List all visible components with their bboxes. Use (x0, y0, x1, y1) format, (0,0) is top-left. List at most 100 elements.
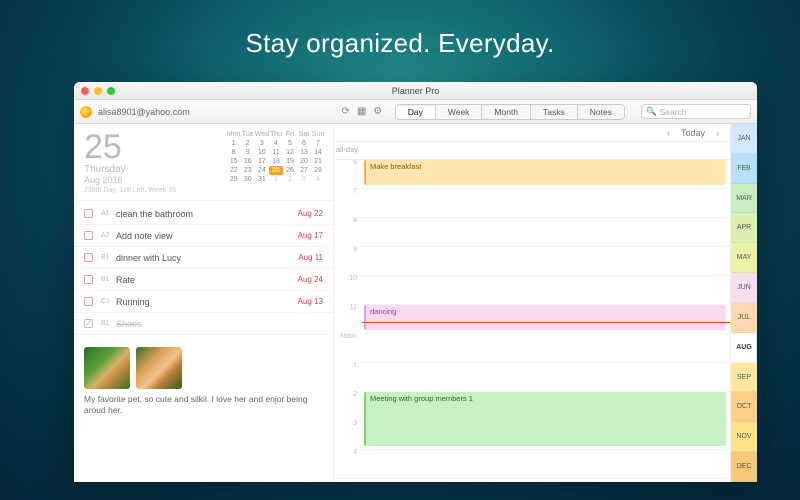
mini-calendar[interactable]: MonTueWedThuFriSatSun1234567891011121314… (227, 130, 325, 196)
tab-month[interactable]: Month (482, 105, 531, 119)
app-window: Planner Pro alisa8901@yahoo.com ⟳ ▦ ⚙ Da… (74, 82, 757, 482)
sync-icon[interactable]: ⟳ (341, 107, 351, 117)
month-tab-apr[interactable]: APR (731, 213, 757, 243)
calendar-event[interactable]: Meeting with group members 1 (364, 392, 726, 446)
date-number: 25 (84, 130, 176, 164)
task-priority: B1 (101, 254, 111, 261)
thumbnail-image[interactable] (84, 347, 130, 389)
window-title: Planner Pro (74, 86, 757, 96)
titlebar: Planner Pro (74, 82, 757, 100)
month-tab-jul[interactable]: JUL (731, 303, 757, 333)
next-day-button[interactable]: › (713, 128, 722, 138)
avatar[interactable] (80, 106, 92, 118)
hour-label: 4 (334, 449, 360, 456)
task-name: Shoes (116, 319, 323, 329)
task-checkbox[interactable] (84, 231, 93, 240)
timeline-nav: ‹ Today › (334, 124, 730, 142)
note-panel: My favorite pet, so cute and silkil. I l… (74, 341, 333, 417)
task-priority: B1 (101, 276, 111, 283)
task-row[interactable]: B1dinner with LucyAug 11 (74, 247, 333, 269)
tab-week[interactable]: Week (436, 105, 483, 119)
task-priority: A2 (101, 232, 111, 239)
view-tabs: DayWeekMonthTasksNotes (395, 104, 625, 120)
calendar-event[interactable]: dancing (364, 305, 726, 330)
hour-label: 9 (334, 246, 360, 253)
task-priority: A1 (101, 210, 111, 217)
task-checkbox[interactable] (84, 209, 93, 218)
search-input[interactable]: 🔍 Search (641, 104, 751, 119)
content-area: 25 Thursday Aug 2016 238th Day, 128 Left… (74, 124, 757, 482)
day-info: 238th Day, 128 Left, Week 35 (84, 187, 176, 194)
month-tab-nov[interactable]: NOV (731, 422, 757, 452)
search-icon: 🔍 (646, 106, 657, 117)
task-date: Aug 22 (298, 209, 323, 218)
month-tab-feb[interactable]: FEB (731, 154, 757, 184)
task-checkbox[interactable] (84, 297, 93, 306)
settings-icon[interactable]: ⚙ (373, 107, 383, 117)
hour-label: 11 (334, 304, 360, 311)
task-checkbox[interactable] (84, 275, 93, 284)
task-name: Rate (116, 275, 298, 285)
toolbar: alisa8901@yahoo.com ⟳ ▦ ⚙ DayWeekMonthTa… (74, 100, 757, 124)
task-priority: C1 (101, 298, 111, 305)
calendar-event[interactable]: Make breakfast (364, 160, 726, 185)
month-tab-sep[interactable]: SEP (731, 363, 757, 393)
task-name: Add note view (116, 231, 298, 241)
month-tabs: JANFEBMARAPRMAYJUNJULAUGSEPOCTNOVDEC (731, 124, 757, 482)
month-year: Aug 2016 (84, 175, 176, 185)
task-name: dinner with Lucy (116, 253, 298, 263)
date-header: 25 Thursday Aug 2016 238th Day, 128 Left… (74, 124, 333, 201)
timeline-grid[interactable]: 6 7 8 9 10 11 Noon 1 2 3 4 Make breakfast dancing Me… (334, 160, 730, 482)
task-date: Aug 17 (298, 231, 323, 240)
tab-day[interactable]: Day (396, 105, 436, 119)
note-thumbnails (84, 347, 323, 389)
hour-label: Noon (334, 333, 360, 340)
task-checkbox[interactable] (84, 253, 93, 262)
month-tab-oct[interactable]: OCT (731, 392, 757, 422)
sidebar: 25 Thursday Aug 2016 238th Day, 128 Left… (74, 124, 334, 482)
task-row[interactable]: A1 clean the bathroomAug 22 (74, 203, 333, 225)
task-row[interactable]: B1 Shoes (74, 313, 333, 335)
all-day-label: all-day (334, 142, 362, 159)
task-name: Running (116, 297, 298, 307)
task-checkbox[interactable] (84, 319, 93, 328)
note-text: My favorite pet, so cute and silkil. I l… (84, 394, 323, 417)
zoom-icon[interactable] (107, 87, 115, 95)
close-icon[interactable] (81, 87, 89, 95)
task-row[interactable]: A2 Add note viewAug 17 (74, 225, 333, 247)
thumbnail-image[interactable] (136, 347, 182, 389)
hour-label: 10 (334, 275, 360, 282)
marketing-tagline: Stay organized. Everyday. (0, 0, 800, 59)
prev-day-button[interactable]: ‹ (664, 128, 673, 138)
hour-label: 2 (334, 391, 360, 398)
task-date: Aug 13 (298, 297, 323, 306)
grid-icon[interactable]: ▦ (357, 107, 367, 117)
today-button[interactable]: Today (681, 128, 705, 138)
month-tab-mar[interactable]: MAR (731, 184, 757, 214)
task-priority: B1 (101, 320, 111, 327)
hour-label: 7 (334, 188, 360, 195)
task-name: clean the bathroom (116, 209, 298, 219)
tab-notes[interactable]: Notes (578, 105, 624, 119)
all-day-row: all-day (334, 142, 730, 160)
hour-label: 6 (334, 160, 360, 166)
task-row[interactable]: B1 RateAug 24 (74, 269, 333, 291)
month-tab-may[interactable]: MAY (731, 243, 757, 273)
task-row[interactable]: C1 RunningAug 13 (74, 291, 333, 313)
minimize-icon[interactable] (94, 87, 102, 95)
current-time-line (362, 322, 730, 323)
account-email: alisa8901@yahoo.com (98, 107, 190, 117)
month-tab-jan[interactable]: JAN (731, 124, 757, 154)
day-of-week: Thursday (84, 164, 176, 175)
window-controls (74, 87, 115, 95)
hour-label: 1 (334, 362, 360, 369)
task-date: Aug 24 (298, 275, 323, 284)
task-list: A1 clean the bathroomAug 22 A2 Add note vie… (74, 201, 333, 341)
month-tab-dec[interactable]: DEC (731, 452, 757, 482)
hour-label: 8 (334, 217, 360, 224)
month-tab-aug[interactable]: AUG (731, 333, 757, 363)
day-timeline: ‹ Today › all-day 6 7 8 9 10 11 Noon 1 2 3 4 Make … (334, 124, 731, 482)
month-tab-jun[interactable]: JUN (731, 273, 757, 303)
tab-tasks[interactable]: Tasks (531, 105, 578, 119)
hour-label: 3 (334, 420, 360, 427)
